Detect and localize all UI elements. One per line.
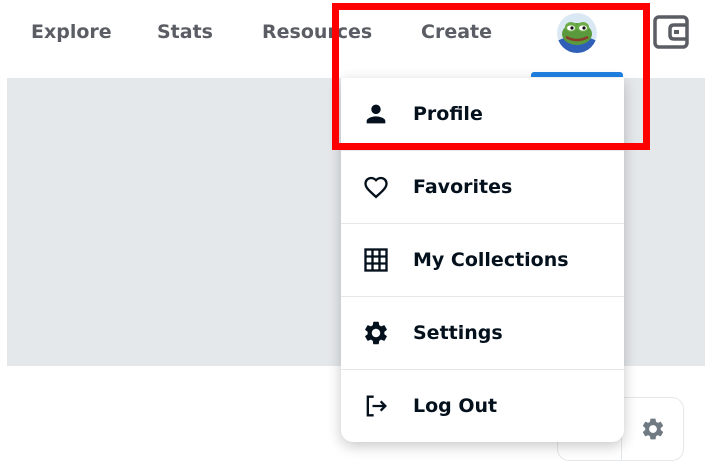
- menu-item-settings[interactable]: Settings: [341, 297, 624, 369]
- logout-icon: [366, 395, 387, 417]
- menu-item-favorites[interactable]: Favorites: [341, 151, 624, 223]
- nav-resources[interactable]: Resources: [262, 18, 372, 46]
- menu-item-label: Log Out: [413, 395, 498, 417]
- menu-item-label: Favorites: [413, 176, 513, 198]
- menu-item-label: Settings: [413, 322, 503, 344]
- profile-dropdown-menu: Profile Favorites My Collections Setting…: [341, 78, 624, 442]
- nav-stats[interactable]: Stats: [157, 18, 213, 46]
- menu-item-label: My Collections: [413, 249, 569, 271]
- gear-icon: [365, 321, 387, 345]
- active-tab-indicator: [531, 72, 623, 77]
- page: Explore Stats Resources Create Profile F…: [0, 0, 719, 466]
- menu-item-my-collections[interactable]: My Collections: [341, 224, 624, 296]
- settings-button[interactable]: [622, 398, 683, 460]
- heart-icon: [364, 176, 388, 199]
- grid-icon: [364, 248, 388, 272]
- wallet-button[interactable]: [652, 14, 690, 50]
- top-navbar: Explore Stats Resources Create: [0, 0, 719, 78]
- person-icon: [366, 104, 386, 124]
- frog-avatar-icon: [557, 13, 597, 53]
- menu-item-label: Profile: [413, 103, 483, 125]
- wallet-icon: [653, 15, 689, 49]
- menu-item-profile[interactable]: Profile: [341, 78, 624, 150]
- nav-explore[interactable]: Explore: [31, 18, 112, 46]
- gear-icon: [642, 418, 663, 440]
- profile-avatar-button[interactable]: [557, 13, 597, 53]
- menu-item-log-out[interactable]: Log Out: [341, 370, 624, 442]
- nav-create[interactable]: Create: [421, 18, 492, 46]
